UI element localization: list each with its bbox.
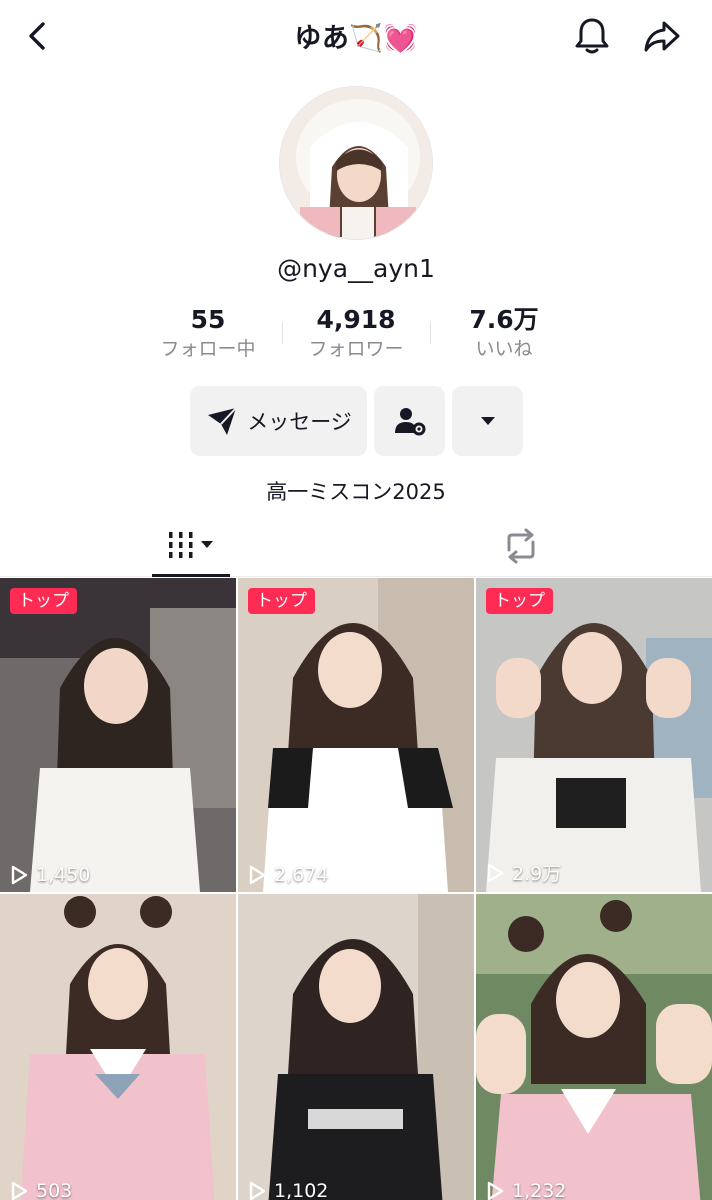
- video-thumbnail-image: [476, 578, 712, 892]
- following-stat[interactable]: 55 フォロー中: [138, 304, 278, 362]
- followers-label: フォロワー: [308, 338, 404, 360]
- view-count: 2,674: [248, 864, 328, 886]
- play-icon: [487, 1181, 504, 1200]
- content-tabs: [0, 515, 712, 577]
- view-count-text: 1,232: [512, 1180, 567, 1200]
- followers-count: 4,918: [316, 305, 396, 334]
- top-badge: トップ: [486, 588, 553, 614]
- video-thumbnail[interactable]: 1,102: [238, 894, 474, 1200]
- play-icon: [249, 865, 266, 885]
- likes-count: 7.6万: [469, 305, 539, 334]
- view-count-text: 2.9万: [512, 863, 562, 885]
- view-count-text: 1,102: [274, 1180, 329, 1200]
- stats-divider: [282, 322, 283, 344]
- bell-icon: [575, 18, 609, 54]
- top-bar: ゆあ🏹💓: [0, 0, 712, 72]
- view-count: 503: [10, 1180, 72, 1200]
- view-count: 2.9万: [486, 859, 561, 886]
- tab-reposts[interactable]: [482, 515, 560, 577]
- friend-settings-button[interactable]: [374, 386, 445, 456]
- likes-label: いいね: [475, 338, 533, 360]
- username: @nya__ayn1: [277, 254, 435, 283]
- video-thumbnail[interactable]: 503: [0, 894, 236, 1200]
- play-icon: [11, 1181, 28, 1200]
- user-settings-icon: [394, 408, 425, 436]
- following-label: フォロー中: [160, 338, 256, 360]
- view-count: 1,102: [248, 1180, 328, 1200]
- view-count-text: 503: [36, 1180, 73, 1200]
- play-icon: [11, 865, 28, 885]
- view-count-text: 1,450: [36, 864, 91, 886]
- video-thumbnail-image: [238, 894, 474, 1200]
- send-icon: [208, 407, 237, 435]
- stats-row: 55 フォロー中 4,918 フォロワー 7.6万 いいね: [0, 304, 712, 368]
- view-count-text: 2,674: [274, 864, 329, 886]
- following-count: 55: [190, 305, 226, 334]
- notification-button[interactable]: [570, 14, 614, 58]
- video-thumbnail[interactable]: トップ 2,674: [238, 578, 474, 892]
- profile-avatar[interactable]: [279, 86, 433, 240]
- share-button[interactable]: [640, 14, 684, 58]
- view-count: 1,232: [486, 1180, 566, 1200]
- top-badge: トップ: [248, 588, 315, 614]
- tab-videos[interactable]: [152, 515, 230, 577]
- video-thumbnail-image: [0, 578, 236, 892]
- share-arrow-icon: [644, 21, 680, 52]
- message-button-label: メッセージ: [247, 410, 352, 434]
- grid-bars-icon: [169, 531, 213, 558]
- profile-bio: 高一ミスコン2025: [266, 480, 446, 504]
- stats-divider: [430, 322, 431, 344]
- play-icon: [487, 863, 504, 882]
- repost-icon: [507, 528, 535, 564]
- video-thumbnail-image: [238, 578, 474, 892]
- video-thumbnail-image: [476, 894, 712, 1200]
- video-thumbnail[interactable]: トップ 1,450: [0, 578, 236, 892]
- view-count: 1,450: [10, 864, 90, 886]
- video-thumbnail-image: [0, 894, 236, 1200]
- more-dropdown-button[interactable]: [452, 386, 523, 456]
- play-icon: [249, 1181, 266, 1200]
- top-badge: トップ: [10, 588, 77, 614]
- video-thumbnail[interactable]: 1,232: [476, 894, 712, 1200]
- caret-down-icon: [480, 417, 495, 425]
- message-button[interactable]: メッセージ: [190, 386, 367, 456]
- video-thumbnail[interactable]: トップ 2.9万: [476, 578, 712, 892]
- likes-stat[interactable]: 7.6万 いいね: [434, 304, 574, 362]
- followers-stat[interactable]: 4,918 フォロワー: [286, 304, 426, 362]
